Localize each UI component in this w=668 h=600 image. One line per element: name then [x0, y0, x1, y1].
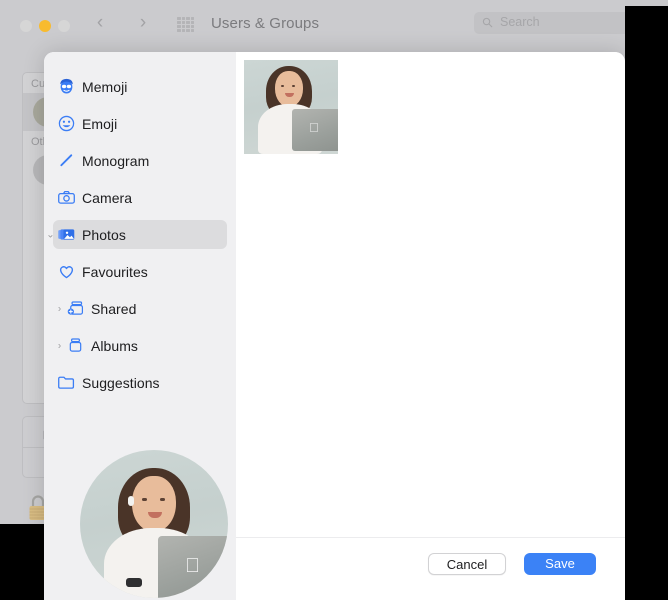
minimize-button[interactable]: [39, 20, 51, 32]
search-input[interactable]: Search: [474, 12, 636, 34]
sidebar-item-label: Camera: [82, 189, 133, 206]
maximize-button[interactable]: [58, 20, 70, 32]
screen: ‹ › Users & Groups Search Cu Oth Memoji …: [0, 0, 668, 600]
desktop-edge-bottom-left: [0, 524, 44, 600]
grid-icon[interactable]: [177, 17, 194, 32]
camera-icon: [55, 187, 77, 209]
sidebar-item-memoji[interactable]: Memoji: [53, 72, 227, 101]
window-toolbar: ‹ › Users & Groups Search: [0, 0, 648, 46]
sidebar-item-photos[interactable]: ⌄ Photos: [46, 220, 227, 249]
save-button[interactable]: Save: [524, 553, 596, 575]
avatar-preview-area: : [44, 450, 236, 600]
sidebar-item-camera[interactable]: Camera: [53, 183, 227, 212]
person-eye-left: [281, 85, 284, 87]
person-eye-left: [142, 498, 147, 501]
sidebar-item-shared[interactable]: › Shared: [53, 294, 227, 323]
sidebar-item-label: Emoji: [82, 115, 118, 132]
photo-thumbnail[interactable]: : [244, 60, 338, 154]
shared-album-icon: [64, 298, 86, 320]
avatar-preview[interactable]: : [80, 450, 228, 598]
forward-button[interactable]: ›: [133, 13, 153, 33]
sidebar-item-label: Memoji: [82, 78, 128, 95]
apple-logo-icon: : [309, 121, 319, 134]
person-eye-right: [160, 498, 165, 501]
person-face: [132, 476, 176, 532]
search-icon: [482, 17, 493, 28]
person-face: [275, 71, 303, 107]
close-button[interactable]: [20, 20, 32, 32]
monogram-icon: [55, 150, 77, 172]
photo-grid-area: : [236, 52, 625, 600]
sidebar-item-albums[interactable]: › Albums: [53, 331, 227, 360]
photo-picker-sheet: Memoji Emoji Monogram Camera ⌄ Photos Fa…: [44, 52, 625, 600]
desktop-edge-right: [625, 0, 668, 600]
heart-icon: [55, 261, 77, 283]
apple-logo-icon: : [185, 556, 200, 576]
back-button[interactable]: ‹: [90, 13, 110, 33]
source-list: Memoji Emoji Monogram Camera ⌄ Photos Fa…: [44, 72, 236, 405]
sidebar-item-emoji[interactable]: Emoji: [53, 109, 227, 138]
page-title: Users & Groups: [211, 15, 320, 32]
sidebar-item-suggestions[interactable]: Suggestions: [53, 368, 227, 397]
airpod-icon: [128, 496, 134, 506]
photo-grid: : [236, 52, 346, 162]
folder-icon: [55, 372, 77, 394]
sidebar-item-label: Shared: [91, 300, 137, 317]
sidebar-item-label: Suggestions: [82, 374, 160, 391]
search-placeholder: Search: [500, 15, 540, 29]
memoji-icon: [55, 76, 77, 98]
album-icon: [64, 335, 86, 357]
emoji-icon: [55, 113, 77, 135]
sidebar-item-monogram[interactable]: Monogram: [53, 146, 227, 175]
sidebar-item-favourites[interactable]: Favourites: [53, 257, 227, 286]
watch-icon: [126, 578, 142, 587]
sidebar-item-label: Photos: [82, 226, 126, 243]
sidebar-item-label: Monogram: [82, 152, 150, 169]
person-eye-right: [292, 85, 295, 87]
sidebar-item-label: Albums: [91, 337, 138, 354]
sheet-sidebar: Memoji Emoji Monogram Camera ⌄ Photos Fa…: [44, 52, 236, 600]
sheet-footer: Cancel Save: [236, 537, 625, 600]
photos-icon: [55, 224, 77, 246]
cancel-button[interactable]: Cancel: [428, 553, 506, 575]
desktop-edge-right-top: [625, 0, 668, 6]
sidebar-item-label: Favourites: [82, 263, 148, 280]
